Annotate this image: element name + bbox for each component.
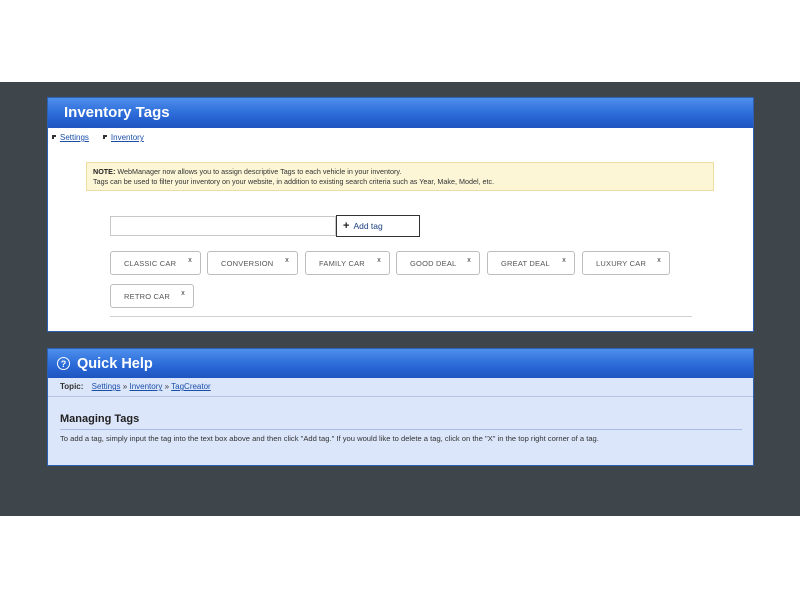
tag-chip[interactable]: CONVERSION x bbox=[207, 251, 298, 275]
remove-tag-icon[interactable]: x bbox=[285, 257, 289, 264]
topic-label: Topic: bbox=[60, 382, 84, 391]
plus-icon: + bbox=[343, 219, 350, 232]
topic-link-tagcreator[interactable]: TagCreator bbox=[171, 382, 211, 391]
note-box: NOTE: WebManager now allows you to assig… bbox=[86, 162, 714, 191]
tag-label: CONVERSION bbox=[221, 258, 274, 268]
tag-chip[interactable]: FAMILY CAR x bbox=[305, 251, 390, 275]
question-circle-icon: ? bbox=[57, 357, 70, 370]
tag-label: FAMILY CAR bbox=[319, 258, 365, 268]
breadcrumb-inventory[interactable]: Inventory bbox=[102, 133, 144, 142]
help-section-divider bbox=[60, 429, 742, 430]
breadcrumb-inventory-link[interactable]: Inventory bbox=[111, 133, 144, 142]
topic-separator: » bbox=[164, 382, 170, 391]
topic-link-inventory[interactable]: Inventory bbox=[129, 382, 162, 391]
panel-title: Inventory Tags bbox=[64, 104, 170, 121]
note-line-1: NOTE: WebManager now allows you to assig… bbox=[93, 167, 707, 177]
inventory-tags-header: Inventory Tags bbox=[48, 98, 753, 128]
remove-tag-icon[interactable]: x bbox=[181, 290, 185, 297]
topic-separator: » bbox=[122, 382, 128, 391]
tag-chip[interactable]: GOOD DEAL x bbox=[396, 251, 480, 275]
add-tag-button[interactable]: + Add tag bbox=[336, 215, 420, 237]
inventory-tags-panel: Inventory Tags Settings Inventory NOTE: … bbox=[47, 97, 754, 332]
tag-input[interactable] bbox=[110, 216, 336, 236]
remove-tag-icon[interactable]: x bbox=[562, 257, 566, 264]
note-line-2: Tags can be used to filter your inventor… bbox=[93, 177, 495, 186]
corner-marker-icon bbox=[52, 134, 56, 139]
tag-label: GREAT DEAL bbox=[501, 258, 550, 268]
corner-marker-icon bbox=[102, 134, 107, 139]
quick-help-header: ? Quick Help bbox=[48, 349, 753, 378]
remove-tag-icon[interactable]: x bbox=[188, 257, 192, 264]
breadcrumb: Settings Inventory bbox=[52, 133, 144, 142]
breadcrumb-settings-link[interactable]: Settings bbox=[60, 133, 89, 142]
remove-tag-icon[interactable]: x bbox=[377, 257, 381, 264]
tag-label: LUXURY CAR bbox=[596, 258, 647, 268]
breadcrumb-settings[interactable]: Settings bbox=[52, 133, 89, 142]
help-topic-breadcrumb: Topic: Settings » Inventory » TagCreator bbox=[48, 378, 753, 397]
tag-chip[interactable]: CLASSIC CAR x bbox=[110, 251, 201, 275]
note-label: NOTE: bbox=[93, 167, 116, 176]
topic-link-settings[interactable]: Settings bbox=[92, 382, 121, 391]
tag-label: CLASSIC CAR bbox=[124, 258, 177, 268]
note-text-1: WebManager now allows you to assign desc… bbox=[117, 167, 402, 176]
help-body-text: To add a tag, simply input the tag into … bbox=[60, 434, 599, 443]
tag-label: RETRO CAR bbox=[124, 291, 170, 301]
tags-divider bbox=[110, 316, 692, 317]
add-tag-label: Add tag bbox=[353, 221, 383, 231]
quick-help-panel: ? Quick Help Topic: Settings » Inventory… bbox=[47, 348, 754, 466]
help-title: Quick Help bbox=[77, 355, 153, 372]
tag-label: GOOD DEAL bbox=[410, 258, 457, 268]
remove-tag-icon[interactable]: x bbox=[657, 257, 661, 264]
help-section-title: Managing Tags bbox=[60, 413, 140, 425]
tag-chip[interactable]: LUXURY CAR x bbox=[582, 251, 670, 275]
tag-chip[interactable]: RETRO CAR x bbox=[110, 284, 194, 308]
remove-tag-icon[interactable]: x bbox=[467, 257, 471, 264]
tag-chip[interactable]: GREAT DEAL x bbox=[487, 251, 575, 275]
